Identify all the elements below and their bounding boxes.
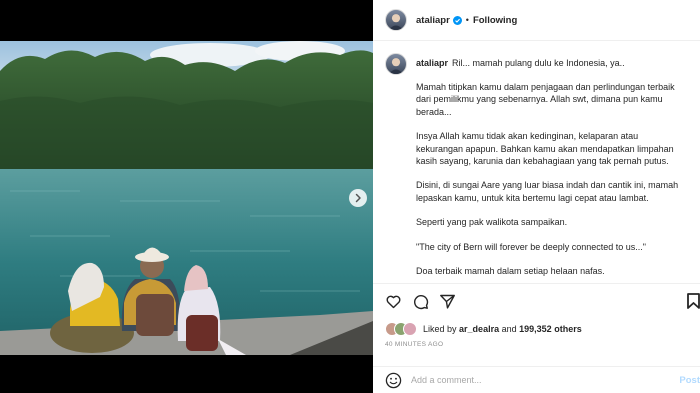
chevron-right-icon bbox=[355, 193, 361, 203]
avatar[interactable] bbox=[385, 9, 407, 31]
separator-dot: • bbox=[465, 15, 469, 25]
caption-paragraph: Disini, di sungai Aare yang luar biasa i… bbox=[416, 180, 679, 203]
caption-paragraph: Doa terbaik mamah dalam setiap helaan na… bbox=[416, 266, 605, 277]
caption-text: Ril... mamah pulang dulu ke Indonesia, y… bbox=[452, 58, 625, 68]
liker-avatars bbox=[385, 322, 417, 336]
caption-paragraph: Seperti yang pak walikota sampaikan. bbox=[416, 217, 568, 228]
caption-first-line: ataliapr Ril... mamah pulang dulu ke Indo… bbox=[416, 57, 684, 69]
likes-count[interactable]: 199,352 bbox=[519, 324, 552, 334]
caption-body: ataliapr Ril... mamah pulang dulu ke Indo… bbox=[416, 53, 684, 277]
comment-bar: Post bbox=[373, 366, 700, 393]
caption-paragraph: "The city of Bern will forever be deeply… bbox=[416, 241, 647, 252]
caption-username[interactable]: ataliapr bbox=[416, 58, 448, 68]
caption-paragraph: Insya Allah kamu tidak akan kedinginan, … bbox=[416, 131, 674, 167]
following-button[interactable]: Following bbox=[473, 15, 517, 26]
post-header: ataliapr • Following bbox=[373, 0, 700, 41]
likes-summary[interactable]: Liked by ar_dealra and 199,352 others bbox=[423, 324, 582, 334]
likes-row: Liked by ar_dealra and 199,352 others bbox=[373, 318, 700, 340]
emoji-icon[interactable] bbox=[385, 372, 402, 389]
likes-prefix: Liked by bbox=[423, 324, 457, 334]
heart-icon[interactable] bbox=[385, 293, 402, 310]
verified-badge-icon bbox=[452, 15, 462, 25]
actions-area: Liked by ar_dealra and 199,352 others 40… bbox=[373, 283, 700, 348]
media-pane bbox=[0, 0, 373, 393]
caption-paragraph: Mamah titipkan kamu dalam penjagaan dan … bbox=[416, 82, 675, 117]
comment-input[interactable] bbox=[411, 375, 661, 385]
header-username[interactable]: ataliapr bbox=[416, 15, 450, 26]
action-bar bbox=[373, 284, 700, 318]
caption-avatar[interactable] bbox=[385, 53, 407, 75]
carousel-next-button[interactable] bbox=[349, 189, 367, 207]
likes-user[interactable]: ar_dealra bbox=[459, 324, 499, 334]
post-timestamp[interactable]: 40 MINUTES AGO bbox=[373, 341, 700, 348]
caption-section: ataliapr Ril... mamah pulang dulu ke Indo… bbox=[373, 41, 700, 286]
liker-avatar[interactable] bbox=[403, 322, 417, 336]
comment-icon[interactable] bbox=[412, 293, 429, 310]
bookmark-icon[interactable] bbox=[687, 293, 700, 309]
post-photo[interactable] bbox=[0, 41, 373, 355]
likes-suffix[interactable]: others bbox=[554, 324, 582, 334]
likes-middle: and bbox=[501, 324, 517, 334]
post-comment-button[interactable]: Post bbox=[679, 375, 700, 386]
share-icon[interactable] bbox=[439, 293, 456, 310]
post-details-panel: ataliapr • Following ataliapr Ril... mama… bbox=[373, 0, 700, 393]
